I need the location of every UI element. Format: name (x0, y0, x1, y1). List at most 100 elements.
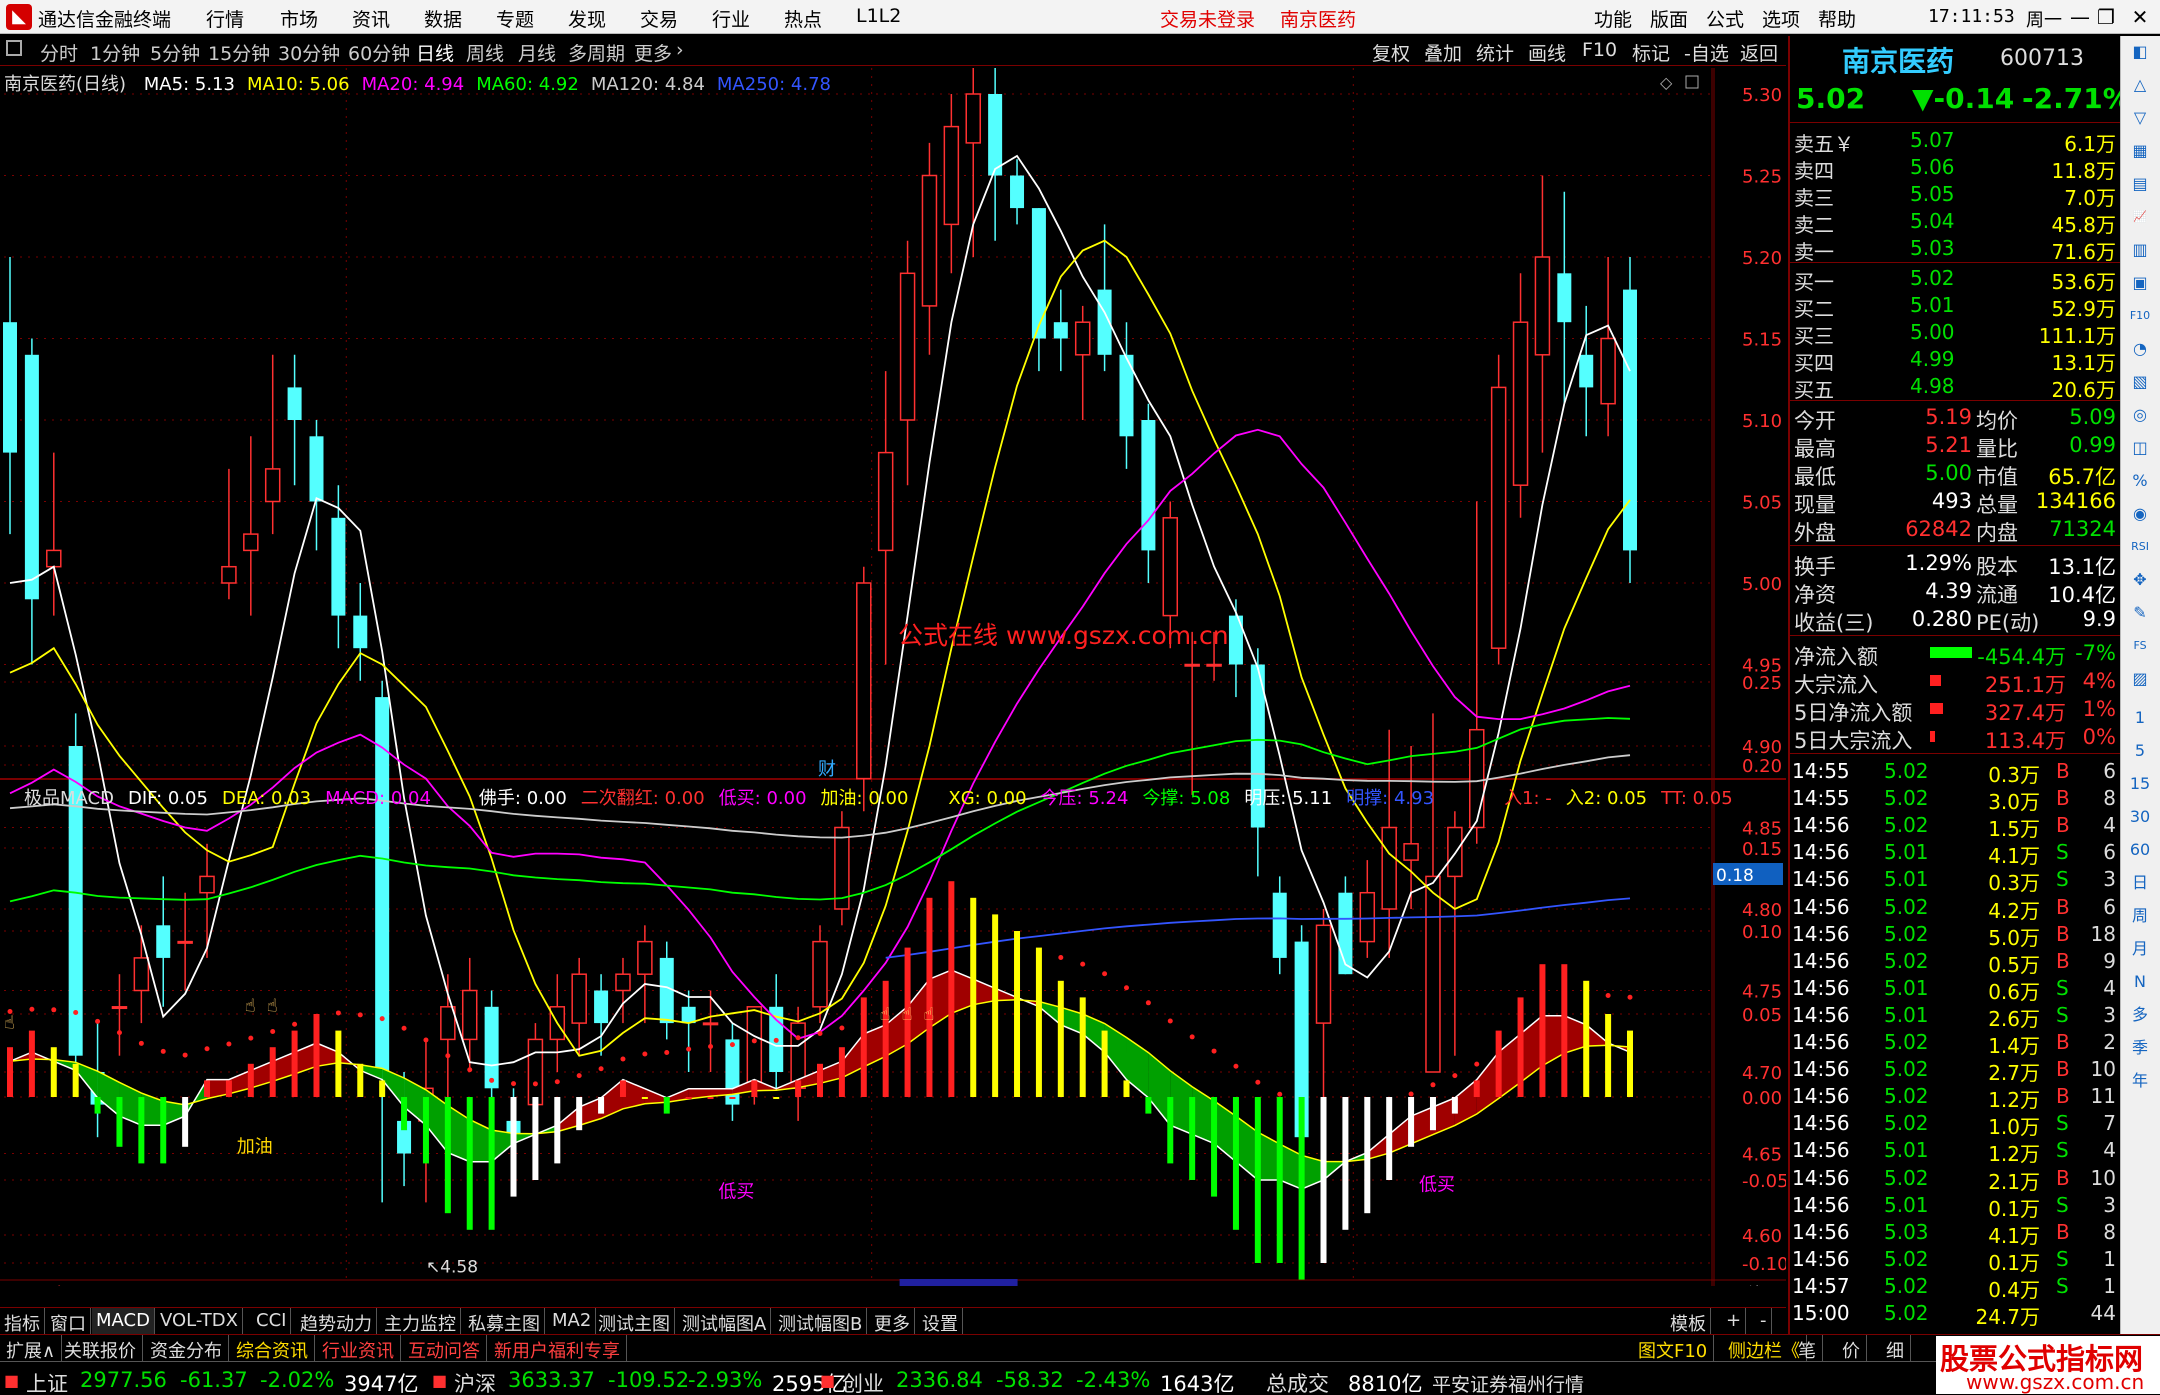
tool-button-0[interactable]: 复权 (1372, 39, 1410, 66)
tab-right-button[interactable]: + (1722, 1308, 1747, 1334)
panel-icon[interactable]: ◧ (2127, 40, 2153, 64)
up-arrow-icon[interactable]: △ (2127, 73, 2153, 97)
chart-area[interactable]: 5.305.255.205.155.105.055.004.954.904.85… (0, 68, 1786, 1286)
indicator-tab[interactable]: 指标 (0, 1308, 45, 1335)
trend-icon[interactable]: 📈 (2127, 205, 2153, 229)
menu-2[interactable]: 资讯 (352, 5, 390, 32)
menu-0[interactable]: 行情 (206, 5, 244, 32)
tool-button-6[interactable]: -自选 (1684, 39, 1729, 66)
tab-right-button[interactable]: 模板 (1666, 1308, 1711, 1335)
right-menu-3[interactable]: 选项 (1762, 5, 1800, 32)
period-shortcut[interactable]: 5 (2127, 739, 2153, 763)
extension-tab[interactable]: 资金分布 (144, 1335, 229, 1362)
period-shortcut[interactable]: 周 (2127, 904, 2153, 928)
period-shortcut[interactable]: 月 (2127, 937, 2153, 961)
minimize-button[interactable]: — (2066, 3, 2094, 31)
period-tab-0[interactable]: 分时 (40, 39, 78, 66)
indicator-tab[interactable]: CCI (252, 1308, 292, 1334)
sell-level-row[interactable]: 卖三 5.05 7.0万 (1790, 180, 2120, 210)
indicator-tab[interactable]: 趋势动力 (296, 1308, 377, 1335)
indicator-tab[interactable]: MACD (92, 1308, 155, 1334)
indicator-tab[interactable]: 测试幅图A (678, 1308, 772, 1335)
period-shortcut[interactable]: 30 (2127, 805, 2153, 829)
box-icon[interactable]: ▣ (2127, 271, 2153, 295)
window-box-icon[interactable] (1685, 75, 1699, 89)
percent-icon[interactable]: % (2127, 469, 2153, 493)
period-tab-9[interactable]: 多周期 (568, 39, 625, 66)
tab-right-button[interactable]: - (1756, 1308, 1772, 1334)
fortune-marker[interactable]: 财 (818, 759, 836, 780)
grid-icon[interactable]: ▦ (2127, 139, 2153, 163)
menu-8[interactable]: 热点 (784, 5, 822, 32)
buy-level-row[interactable]: 买三 5.00 111.1万 (1790, 318, 2120, 348)
tool-button-7[interactable]: 返回 (1740, 39, 1778, 66)
extension-tab[interactable]: 扩展∧ (0, 1335, 63, 1362)
tool-button-4[interactable]: F10 (1582, 39, 1617, 61)
period-shortcut[interactable]: 60 (2127, 838, 2153, 862)
pattern-icon[interactable]: ▨ (2127, 667, 2153, 691)
window-icon[interactable]: ◫ (2127, 436, 2153, 460)
period-tab-4[interactable]: 30分钟 (278, 39, 340, 66)
period-tab-8[interactable]: 月线 (518, 39, 556, 66)
period-shortcut[interactable]: N (2127, 970, 2153, 994)
table-icon[interactable]: ▧ (2127, 370, 2153, 394)
indicator-tab[interactable]: 私募主图 (464, 1308, 545, 1335)
extension-tab[interactable]: 关联报价 (58, 1335, 143, 1362)
indicator-tab[interactable]: MA2 (548, 1308, 597, 1334)
down-arrow-icon[interactable]: ▽ (2127, 106, 2153, 130)
indicator-tab[interactable]: 设置 (918, 1308, 963, 1335)
period-tab-6[interactable]: 日线 (416, 39, 454, 66)
period-shortcut[interactable]: 季 (2127, 1036, 2153, 1060)
extension-tab[interactable]: 新用户福利专享 (488, 1335, 627, 1362)
period-shortcut[interactable]: 15 (2127, 772, 2153, 796)
tool-button-2[interactable]: 统计 (1476, 39, 1514, 66)
restore-button[interactable]: ❐ (2092, 3, 2120, 31)
index-name[interactable]: 创业 (842, 1368, 884, 1395)
circle-icon[interactable]: ◉ (2127, 502, 2153, 526)
menu-9[interactable]: L1L2 (856, 5, 901, 27)
side-tab[interactable]: 价 (1836, 1335, 1867, 1362)
extension-tab[interactable]: 互动问答 (402, 1335, 487, 1362)
target-icon[interactable]: ◎ (2127, 403, 2153, 427)
period-tab-7[interactable]: 周线 (466, 39, 504, 66)
indicator-tab[interactable]: 窗口 (46, 1308, 91, 1335)
side-tab[interactable]: 图文F10 (1632, 1335, 1715, 1362)
period-tab-5[interactable]: 60分钟 (348, 39, 410, 66)
right-menu-4[interactable]: 帮助 (1818, 5, 1856, 32)
fs-icon[interactable]: FS (2127, 634, 2153, 658)
period-shortcut[interactable]: 多 (2127, 1003, 2153, 1027)
sell-level-row[interactable]: 卖一 5.03 71.6万 (1790, 234, 2120, 264)
indicator-tab[interactable]: 测试主图 (594, 1308, 675, 1335)
right-menu-1[interactable]: 版面 (1650, 5, 1688, 32)
right-menu-0[interactable]: 功能 (1594, 5, 1632, 32)
period-shortcut[interactable]: 1 (2127, 706, 2153, 730)
extension-tab[interactable]: 综合资讯 (230, 1335, 315, 1362)
menu-4[interactable]: 专题 (496, 5, 534, 32)
index-name[interactable]: 沪深 (454, 1368, 496, 1395)
more-chevron-icon[interactable]: › (676, 39, 684, 61)
tool-button-1[interactable]: 叠加 (1424, 39, 1462, 66)
rsi-icon[interactable]: RSI (2127, 535, 2153, 559)
buy-level-row[interactable]: 买四 4.99 13.1万 (1790, 345, 2120, 375)
extension-tab[interactable]: 行业资讯 (316, 1335, 401, 1362)
period-tab-10[interactable]: 更多 (634, 39, 672, 66)
diamond-icon[interactable]: ◇ (1660, 73, 1673, 92)
buy-level-row[interactable]: 买五 4.98 20.6万 (1790, 372, 2120, 402)
sell-level-row[interactable]: 卖四 5.06 11.8万 (1790, 153, 2120, 183)
period-tab-3[interactable]: 15分钟 (208, 39, 270, 66)
buy-level-row[interactable]: 买二 5.01 52.9万 (1790, 291, 2120, 321)
tool-button-3[interactable]: 画线 (1528, 39, 1566, 66)
indicator-tab[interactable]: 测试幅图B (774, 1308, 868, 1335)
period-shortcut[interactable]: 年 (2127, 1069, 2153, 1093)
menu-3[interactable]: 数据 (424, 5, 462, 32)
menu-6[interactable]: 交易 (640, 5, 678, 32)
move-icon[interactable]: ✥ (2127, 568, 2153, 592)
side-tab[interactable]: 笔 (1792, 1335, 1823, 1362)
index-name[interactable]: 上证 (26, 1368, 68, 1395)
menu-7[interactable]: 行业 (712, 5, 750, 32)
sell-level-row[interactable]: 卖五￥ 5.07 6.1万 (1790, 126, 2120, 156)
clock-icon[interactable]: ◔ (2127, 337, 2153, 361)
close-button[interactable]: ✕ (2126, 3, 2154, 31)
trade-status[interactable]: 交易未登录 (1160, 5, 1255, 32)
period-tab-2[interactable]: 5分钟 (150, 39, 200, 66)
